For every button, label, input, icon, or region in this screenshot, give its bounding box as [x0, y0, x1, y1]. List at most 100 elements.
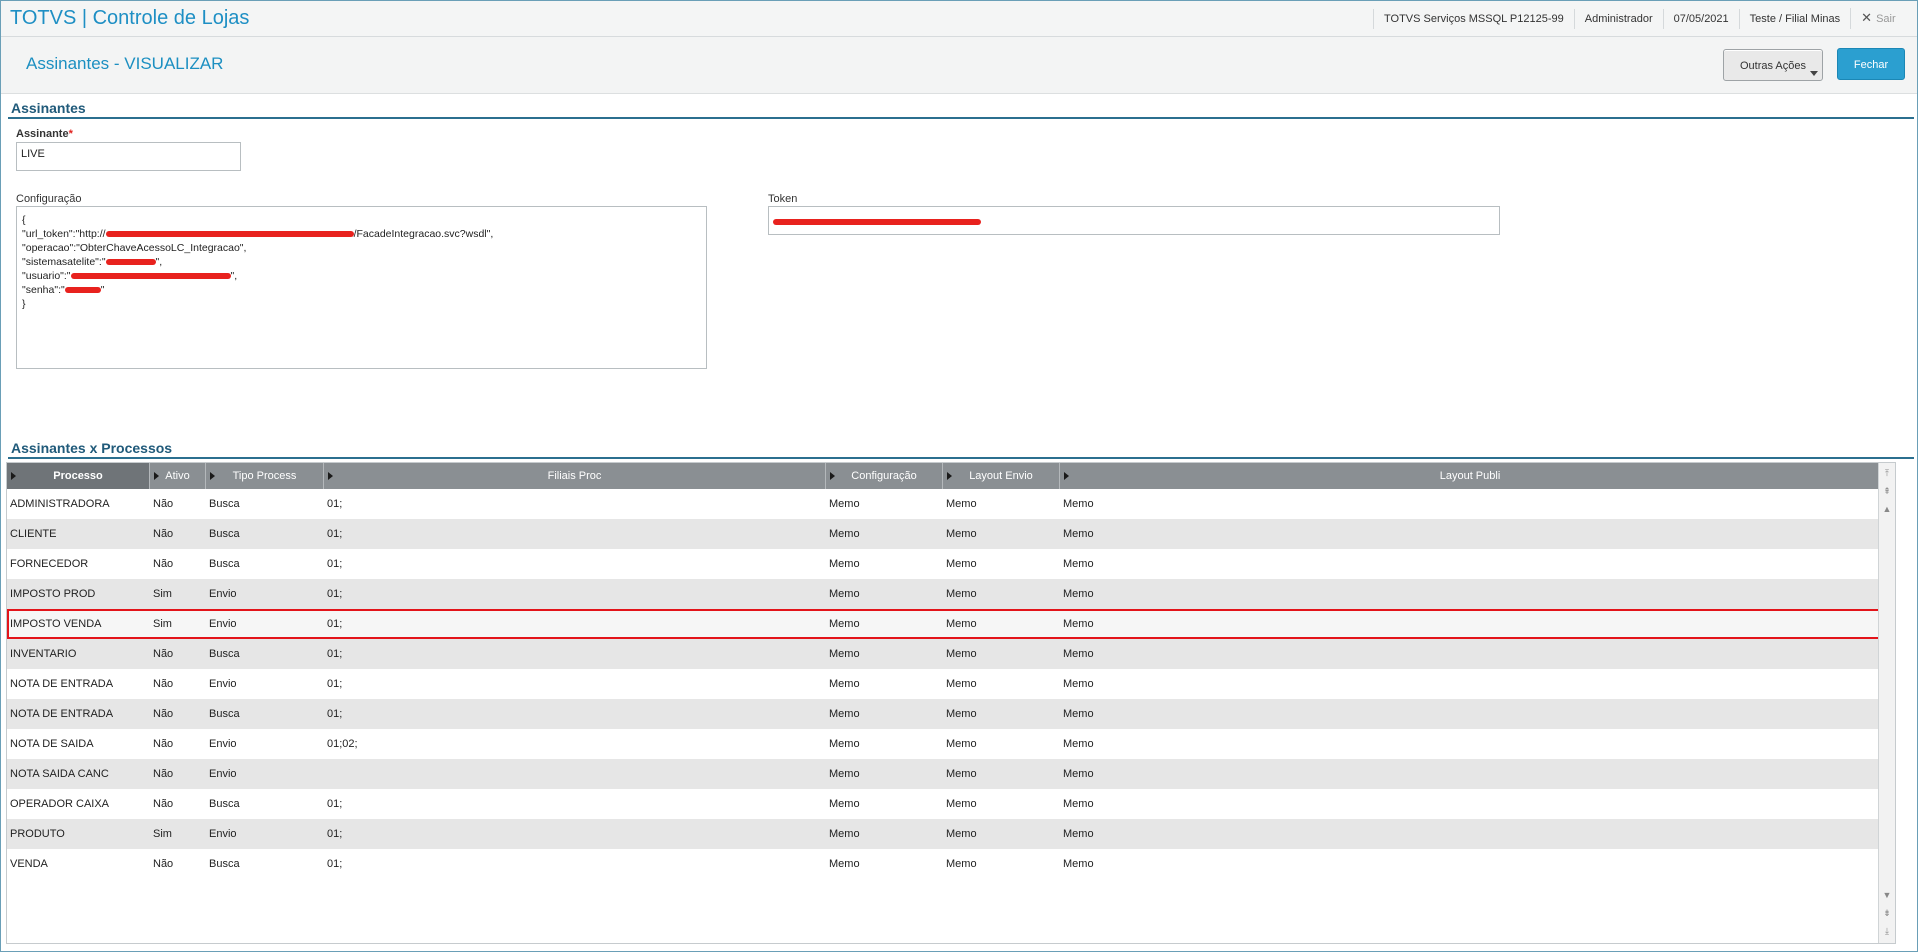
table-row[interactable]: VENDA Não Busca 01; Memo Memo Memo: [7, 849, 1895, 879]
scroll-down-icon[interactable]: ▼: [1881, 889, 1893, 901]
page-header: Assinantes - VISUALIZAR Outras Ações Fec…: [1, 37, 1917, 94]
redaction-mark: [773, 219, 981, 226]
table-row-selected[interactable]: IMPOSTO VENDA Sim Envio 01; Memo Memo Memo: [7, 609, 1895, 639]
config-line: "senha":" ": [22, 284, 105, 296]
cell-processo: PRODUTO: [10, 828, 65, 840]
cell-filiais-proc: 01;: [327, 708, 343, 720]
table-row[interactable]: OPERADOR CAIXA Não Busca 01; Memo Memo Memo: [7, 789, 1895, 819]
user-label: Administrador: [1573, 8, 1663, 29]
cell-ativo: Não: [153, 708, 174, 720]
table-row[interactable]: IMPOSTO PROD Sim Envio 01; Memo Memo Memo: [7, 579, 1895, 609]
cell-ativo: Não: [153, 558, 174, 570]
assinante-field[interactable]: LIVE: [16, 142, 241, 171]
table-row[interactable]: INVENTARIO Não Busca 01; Memo Memo Memo: [7, 639, 1895, 669]
header-col-processo[interactable]: Processo: [7, 463, 150, 489]
table-row[interactable]: NOTA DE ENTRADA Não Envio 01; Memo Memo Memo: [7, 669, 1895, 699]
header-col-layout-envio[interactable]: Layout Envio: [943, 463, 1060, 489]
token-field[interactable]: [768, 206, 1500, 235]
cell-tipo-process: Envio: [209, 588, 237, 600]
cell-ativo: Sim: [153, 618, 172, 630]
cell-processo: VENDA: [10, 858, 48, 870]
cell-layout-publi: Memo: [1063, 798, 1094, 810]
table-row[interactable]: CLIENTE Não Busca 01; Memo Memo Memo: [7, 519, 1895, 549]
scroll-up-icon[interactable]: ▲: [1881, 503, 1893, 515]
cell-ativo: Sim: [153, 828, 172, 840]
cell-filiais-proc: 01;02;: [327, 738, 358, 750]
cell-layout-envio: Memo: [946, 858, 977, 870]
table-row[interactable]: NOTA SAIDA CANC Não Envio Memo Memo Memo: [7, 759, 1895, 789]
vertical-scrollbar[interactable]: ⤒ ⇞ ▲ ▼ ⇟ ⤓: [1878, 463, 1895, 943]
redaction-mark: [105, 231, 354, 238]
cell-tipo-process: Busca: [209, 648, 240, 660]
cell-configuracao: Memo: [829, 618, 860, 630]
header-col-configuracao[interactable]: Configuração: [826, 463, 943, 489]
sort-arrow-icon: [210, 472, 215, 480]
cell-tipo-process: Busca: [209, 708, 240, 720]
scroll-top-icon[interactable]: ⤒: [1881, 467, 1893, 479]
cell-configuracao: Memo: [829, 558, 860, 570]
cell-processo: NOTA DE SAIDA: [10, 738, 94, 750]
cell-ativo: Sim: [153, 588, 172, 600]
header-col-tipo-process[interactable]: Tipo Process: [206, 463, 324, 489]
table-row[interactable]: PRODUTO Sim Envio 01; Memo Memo Memo: [7, 819, 1895, 849]
scroll-page-up-icon[interactable]: ⇞: [1881, 485, 1893, 497]
sort-arrow-icon: [11, 472, 16, 480]
scroll-page-down-icon[interactable]: ⇟: [1881, 907, 1893, 919]
table-row[interactable]: ADMINISTRADORA Não Busca 01; Memo Memo Memo: [7, 489, 1895, 519]
config-label: Configuração: [16, 193, 82, 205]
config-line: "operacao":"ObterChaveAcessoLC_Integraca…: [22, 242, 247, 254]
branch-label[interactable]: Teste / Filial Minas: [1738, 8, 1850, 29]
cell-ativo: Não: [153, 858, 174, 870]
cell-layout-envio: Memo: [946, 498, 977, 510]
scroll-bottom-icon[interactable]: ⤓: [1881, 925, 1893, 937]
cell-filiais-proc: 01;: [327, 798, 343, 810]
cell-processo: INVENTARIO: [10, 648, 77, 660]
redaction-mark: [70, 273, 231, 280]
sort-arrow-icon: [154, 472, 159, 480]
cell-processo: CLIENTE: [10, 528, 57, 540]
close-button[interactable]: Fechar: [1837, 48, 1905, 80]
cell-configuracao: Memo: [829, 528, 860, 540]
cell-filiais-proc: 01;: [327, 858, 343, 870]
section-divider: [8, 457, 1914, 459]
cell-layout-envio: Memo: [946, 558, 977, 570]
table-row[interactable]: NOTA DE ENTRADA Não Busca 01; Memo Memo Memo: [7, 699, 1895, 729]
cell-configuracao: Memo: [829, 498, 860, 510]
header-col-ativo[interactable]: Ativo: [150, 463, 206, 489]
grid-body: ADMINISTRADORA Não Busca 01; Memo Memo Memo CLI…: [7, 489, 1895, 879]
cell-layout-publi: Memo: [1063, 678, 1094, 690]
cell-ativo: Não: [153, 498, 174, 510]
cell-configuracao: Memo: [829, 738, 860, 750]
cell-processo: NOTA DE ENTRADA: [10, 708, 114, 720]
table-row[interactable]: NOTA DE SAIDA Não Envio 01;02; Memo Memo Memo: [7, 729, 1895, 759]
cell-processo: NOTA DE ENTRADA: [10, 678, 114, 690]
exit-button[interactable]: ✕ Sair: [1850, 8, 1905, 29]
cell-processo: IMPOSTO PROD: [10, 588, 96, 600]
assinante-label: Assinante*: [16, 128, 73, 140]
cell-tipo-process: Busca: [209, 858, 240, 870]
config-textarea[interactable]: { "url_token":"http:///FacadeIntegracao.…: [16, 206, 707, 369]
cell-ativo: Não: [153, 678, 174, 690]
cell-tipo-process: Busca: [209, 528, 240, 540]
cell-ativo: Não: [153, 528, 174, 540]
page-title: Assinantes - VISUALIZAR: [26, 54, 224, 73]
cell-filiais-proc: 01;: [327, 618, 343, 630]
section-title-assinantes: Assinantes: [11, 100, 86, 116]
section-divider: [8, 117, 1914, 119]
table-row[interactable]: FORNECEDOR Não Busca 01; Memo Memo Memo: [7, 549, 1895, 579]
cell-tipo-process: Envio: [209, 678, 237, 690]
cell-configuracao: Memo: [829, 708, 860, 720]
cell-filiais-proc: 01;: [327, 648, 343, 660]
cell-layout-publi: Memo: [1063, 858, 1094, 870]
header-col-filiais-proc[interactable]: Filiais Proc: [324, 463, 826, 489]
more-actions-button[interactable]: Outras Ações: [1723, 49, 1823, 81]
cell-tipo-process: Busca: [209, 498, 240, 510]
processes-grid[interactable]: Processo Ativo Tipo Process Filiais Proc Con…: [6, 462, 1896, 944]
header-col-layout-publi[interactable]: Layout Publi: [1060, 463, 1881, 489]
cell-filiais-proc: 01;: [327, 498, 343, 510]
cell-configuracao: Memo: [829, 828, 860, 840]
cell-processo: OPERADOR CAIXA: [10, 798, 110, 810]
config-line: {: [22, 214, 26, 226]
cell-configuracao: Memo: [829, 858, 860, 870]
cell-layout-publi: Memo: [1063, 618, 1094, 630]
